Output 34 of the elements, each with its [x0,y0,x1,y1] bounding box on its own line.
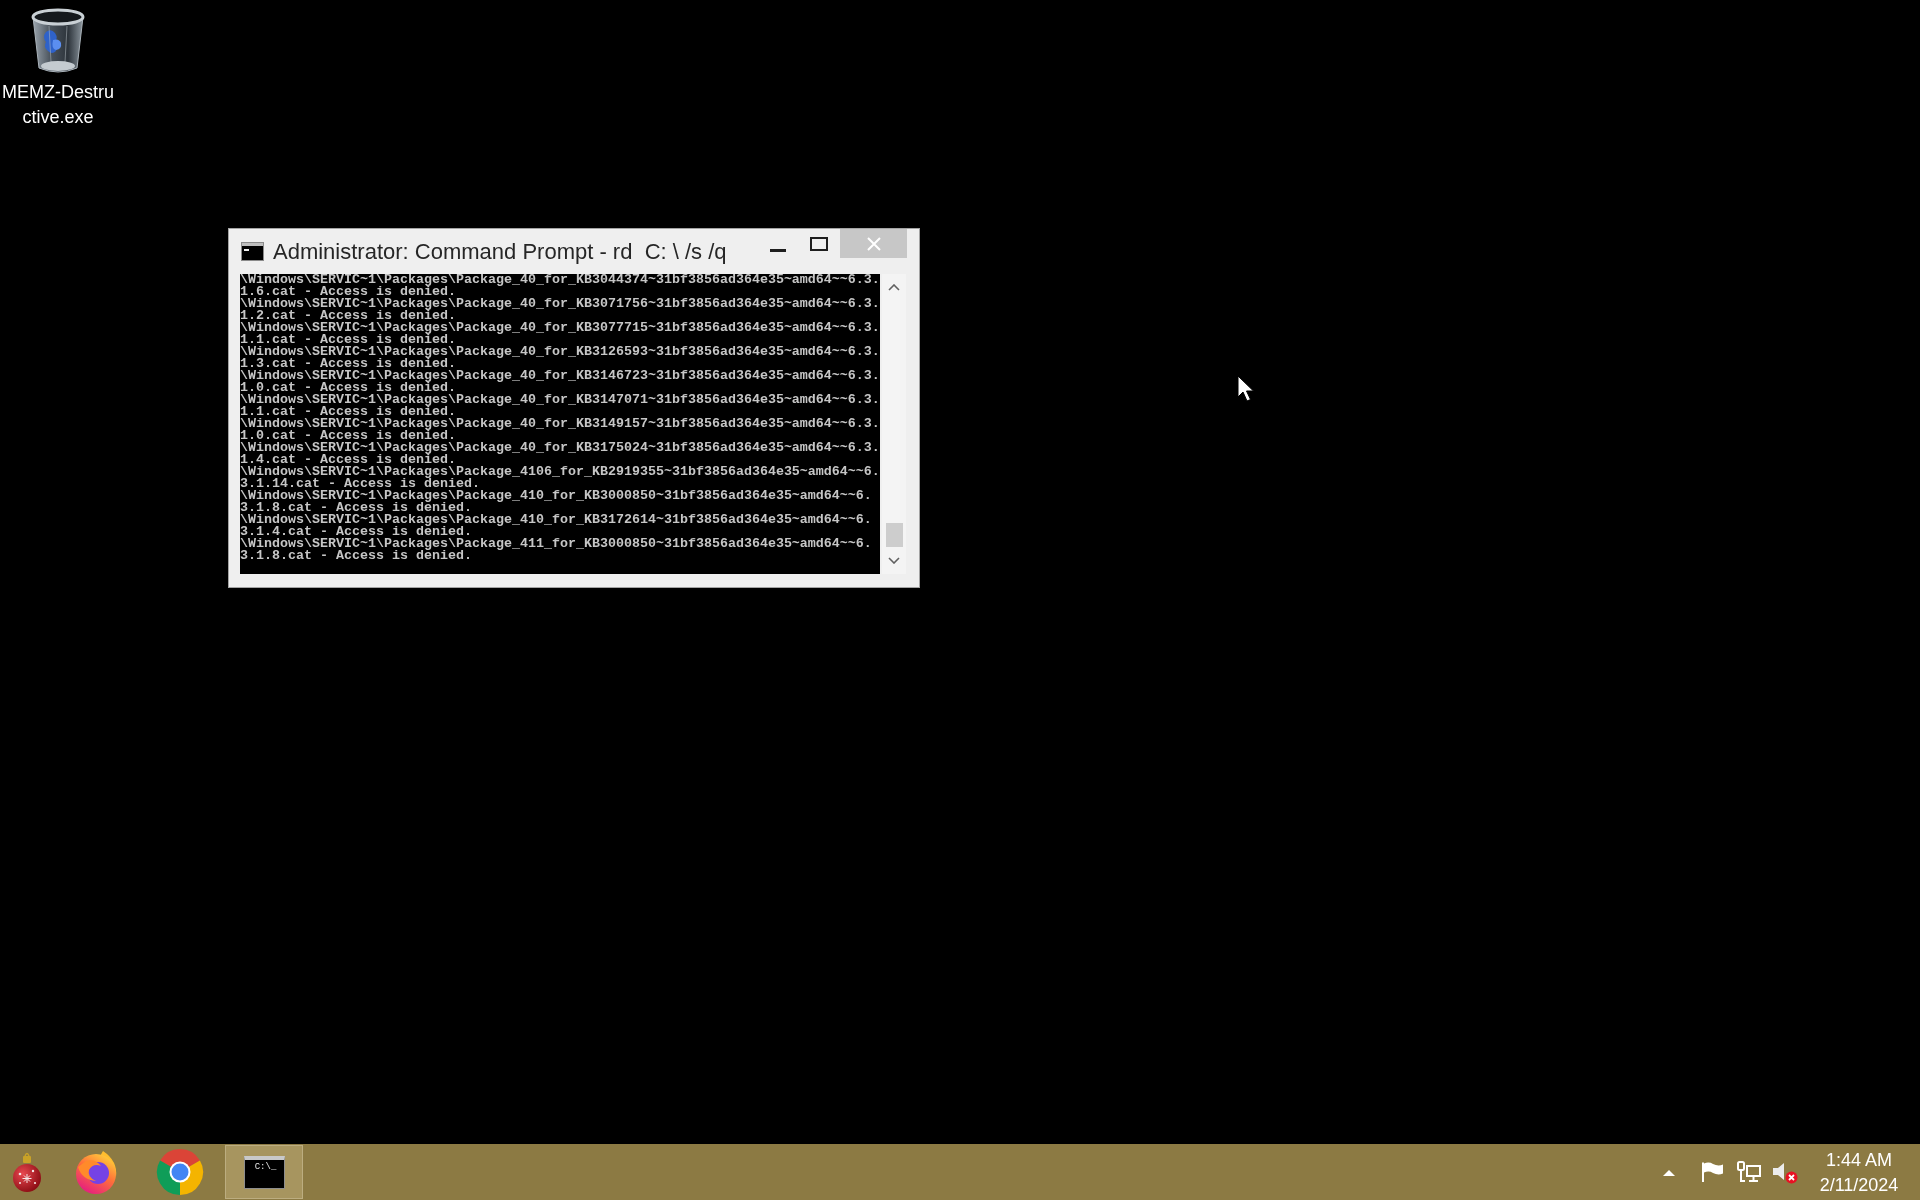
maximize-icon [810,237,828,251]
flag-icon[interactable] [1700,1161,1724,1183]
console-line: \Windows\SERVIC~1\Packages\Package_40_for_KB3071756~31bf3856ad364e35~amd64~~6.3.1.2.cat - Access is denied. [240,298,880,322]
network-icon[interactable] [1737,1161,1761,1183]
console-line: \Windows\SERVIC~1\Packages\Package_410_for_KB3172614~31bf3856ad364e35~amd64~~6.3.1.4.cat - Access is denied. [240,514,873,538]
console-icon: C:\_ [243,1155,285,1189]
caret-up-icon[interactable] [1663,1168,1675,1176]
scrollbar-thumb[interactable] [885,522,903,547]
clock-time[interactable]: 1:44 AM [1825,1147,1892,1173]
console-line: \Windows\SERVIC~1\Packages\Package_40_for_KB3146723~31bf3856ad364e35~amd64~~6.3.1.0.cat - Access is denied. [240,370,880,394]
chevron-down-icon [888,556,900,564]
console-line: \Windows\SERVIC~1\Packages\Package_40_for_KB3147071~31bf3856ad364e35~amd64~~6.3.1.1.cat - Access is denied. [240,394,880,418]
speaker-icon[interactable] [1772,1160,1798,1184]
console-line: \Windows\SERVIC~1\Packages\Package_40_for_KB3149157~31bf3856ad364e35~amd64~~6.3.1.0.cat - Access is denied. [240,418,880,442]
tricolor-circle-icon [156,1148,204,1196]
console-line: \Windows\SERVIC~1\Packages\Package_40_for_KB3175024~31bf3856ad364e35~amd64~~6.3.1.4.cat - Access is denied. [240,442,880,466]
console-line: \Windows\SERVIC~1\Packages\Package_40_for_KB3126593~31bf3856ad364e35~amd64~~6.3.1.3.cat - Access is denied. [240,346,880,370]
fox-globe-icon [73,1149,119,1195]
console-line: \Windows\SERVIC~1\Packages\Package_410_for_KB3000850~31bf3856ad364e35~amd64~~6.3.1.8.cat - Access is denied. [240,490,873,514]
cursor-icon [1237,375,1255,402]
console-line: \Windows\SERVIC~1\Packages\Package_40_for_KB3077715~31bf3856ad364e35~amd64~~6.3.1.1.cat - Access is denied. [240,322,880,346]
clock-date[interactable]: 2/11/2024 [1819,1172,1899,1198]
scrollbar[interactable] [882,274,906,574]
close-icon [866,236,881,251]
chevron-up-icon [888,284,900,292]
console-icon [241,242,264,261]
desktop-icon-label[interactable]: MEMZ-Destructive.exe [0,80,116,130]
taskbar-button[interactable]: C:\_ [225,1145,303,1199]
console-line: \Windows\SERVIC~1\Packages\Package_4106_for_KB2919355~31bf3856ad364e35~amd64~~6.3.1.14.cat - Access is denied. [240,466,880,490]
window-title: Administrator: Command Prompt - rd C: \ /s /q [273,237,727,266]
trash-bin-icon[interactable] [29,6,87,76]
ornament-icon [12,1151,42,1193]
console-line: \Windows\SERVIC~1\Packages\Package_411_for_KB3000850~31bf3856ad364e35~amd64~~6.3.1.8.cat - Access is denied. [240,538,873,562]
minimize-icon [770,249,786,252]
